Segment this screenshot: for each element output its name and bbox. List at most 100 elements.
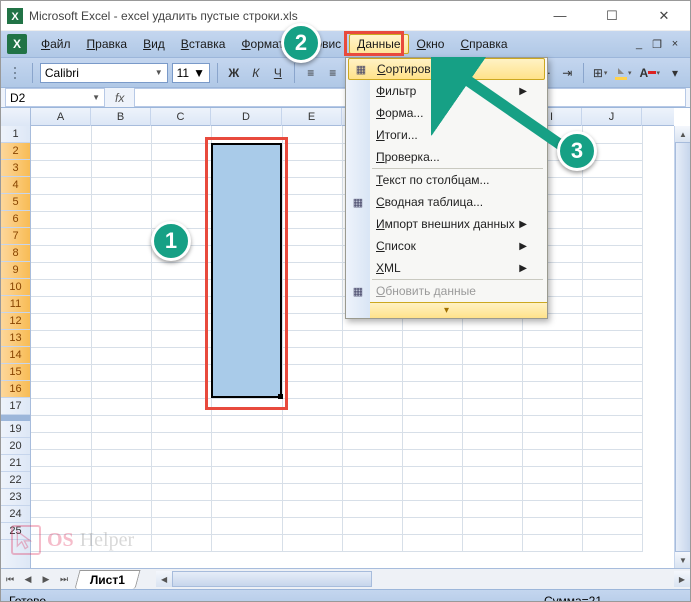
cell-E13[interactable] [282, 330, 342, 347]
column-header-J[interactable]: J [582, 108, 642, 126]
cell-C10[interactable] [151, 279, 211, 296]
cell-A15[interactable] [31, 364, 91, 381]
cell-J13[interactable] [582, 330, 642, 347]
cell-I19[interactable] [522, 432, 582, 449]
menu-item--[interactable]: Фильтр▶ [346, 80, 547, 102]
tab-last-icon[interactable]: ⏭ [55, 570, 73, 588]
cell-G25[interactable] [402, 534, 462, 551]
cell-B2[interactable] [91, 143, 151, 160]
cell-E12[interactable] [282, 313, 342, 330]
menu-item--[interactable]: Форма... [346, 102, 547, 124]
cell-B8[interactable] [91, 245, 151, 262]
row-header-14[interactable]: 14 [1, 347, 30, 364]
cell-I24[interactable] [522, 517, 582, 534]
row-header-12[interactable]: 12 [1, 313, 30, 330]
cell-A19[interactable] [31, 432, 91, 449]
cell-A5[interactable] [31, 194, 91, 211]
row-header-20[interactable]: 20 [1, 438, 30, 455]
cell-C22[interactable] [151, 483, 211, 500]
cell-B10[interactable] [91, 279, 151, 296]
cell-C4[interactable] [151, 177, 211, 194]
cell-C13[interactable] [151, 330, 211, 347]
select-all-corner[interactable] [1, 108, 31, 126]
cell-J17[interactable] [582, 398, 642, 415]
hscroll-thumb[interactable] [172, 571, 372, 587]
tab-next-icon[interactable]: ▶ [37, 570, 55, 588]
menu-справка[interactable]: Справка [452, 34, 515, 54]
cell-G13[interactable] [402, 330, 462, 347]
column-header-C[interactable]: C [151, 108, 211, 126]
cell-C15[interactable] [151, 364, 211, 381]
cell-H23[interactable] [462, 500, 522, 517]
maximize-button[interactable]: ☐ [592, 2, 632, 30]
column-header-D[interactable]: D [211, 108, 282, 126]
tab-nav[interactable]: ⏮ ◀ ▶ ⏭ [1, 570, 73, 588]
cell-J23[interactable] [582, 500, 642, 517]
cell-E10[interactable] [282, 279, 342, 296]
cell-H17[interactable] [462, 398, 522, 415]
cell-D24[interactable] [211, 517, 282, 534]
cell-I14[interactable] [522, 347, 582, 364]
row-header-3[interactable]: 3 [1, 160, 30, 177]
cell-B12[interactable] [91, 313, 151, 330]
cell-B18[interactable] [91, 415, 151, 432]
borders-button[interactable]: ⊞▾ [591, 63, 609, 83]
cell-C19[interactable] [151, 432, 211, 449]
cell-G20[interactable] [402, 449, 462, 466]
cell-F18[interactable] [342, 415, 402, 432]
cell-I23[interactable] [522, 500, 582, 517]
cell-E9[interactable] [282, 262, 342, 279]
scroll-left-icon[interactable]: ◀ [156, 571, 172, 587]
cell-D1[interactable] [211, 126, 282, 143]
cell-E11[interactable] [282, 296, 342, 313]
align-left-button[interactable]: ≡ [302, 63, 320, 83]
cell-C1[interactable] [151, 126, 211, 143]
row-header-23[interactable]: 23 [1, 489, 30, 506]
row-header-16[interactable]: 16 [1, 381, 30, 398]
column-header-B[interactable]: B [91, 108, 151, 126]
font-size-selector[interactable]: 11▼ [172, 63, 210, 83]
cell-J5[interactable] [582, 194, 642, 211]
fill-color-button[interactable]: ▾ [613, 63, 633, 83]
fx-icon[interactable]: fx [115, 91, 124, 105]
cell-B11[interactable] [91, 296, 151, 313]
scroll-thumb[interactable] [675, 142, 690, 552]
cell-A8[interactable] [31, 245, 91, 262]
cell-C21[interactable] [151, 466, 211, 483]
cell-J20[interactable] [582, 449, 642, 466]
row-header-10[interactable]: 10 [1, 279, 30, 296]
cell-E25[interactable] [282, 534, 342, 551]
row-header-4[interactable]: 4 [1, 177, 30, 194]
cell-A18[interactable] [31, 415, 91, 432]
cell-J21[interactable] [582, 466, 642, 483]
row-header-8[interactable]: 8 [1, 245, 30, 262]
cell-H13[interactable] [462, 330, 522, 347]
cell-B23[interactable] [91, 500, 151, 517]
cell-J25[interactable] [582, 534, 642, 551]
cell-J10[interactable] [582, 279, 642, 296]
menu-item--[interactable]: Импорт внешних данных▶ [346, 213, 547, 235]
cell-H25[interactable] [462, 534, 522, 551]
cell-J8[interactable] [582, 245, 642, 262]
row-header-5[interactable]: 5 [1, 194, 30, 211]
cell-E21[interactable] [282, 466, 342, 483]
cell-D18[interactable] [211, 415, 282, 432]
cell-H14[interactable] [462, 347, 522, 364]
menu-expand-icon[interactable]: ▾ [346, 302, 547, 318]
cell-A11[interactable] [31, 296, 91, 313]
cell-B1[interactable] [91, 126, 151, 143]
cell-F22[interactable] [342, 483, 402, 500]
cell-D21[interactable] [211, 466, 282, 483]
cell-E5[interactable] [282, 194, 342, 211]
menu-файл[interactable]: Файл [33, 34, 79, 54]
cell-C14[interactable] [151, 347, 211, 364]
menu-item--[interactable]: Проверка... [346, 146, 547, 168]
cell-F15[interactable] [342, 364, 402, 381]
row-header-22[interactable]: 22 [1, 472, 30, 489]
row-header-7[interactable]: 7 [1, 228, 30, 245]
cell-D17[interactable] [211, 398, 282, 415]
row-header-24[interactable]: 24 [1, 506, 30, 523]
cell-D20[interactable] [211, 449, 282, 466]
cell-B3[interactable] [91, 160, 151, 177]
cell-E23[interactable] [282, 500, 342, 517]
